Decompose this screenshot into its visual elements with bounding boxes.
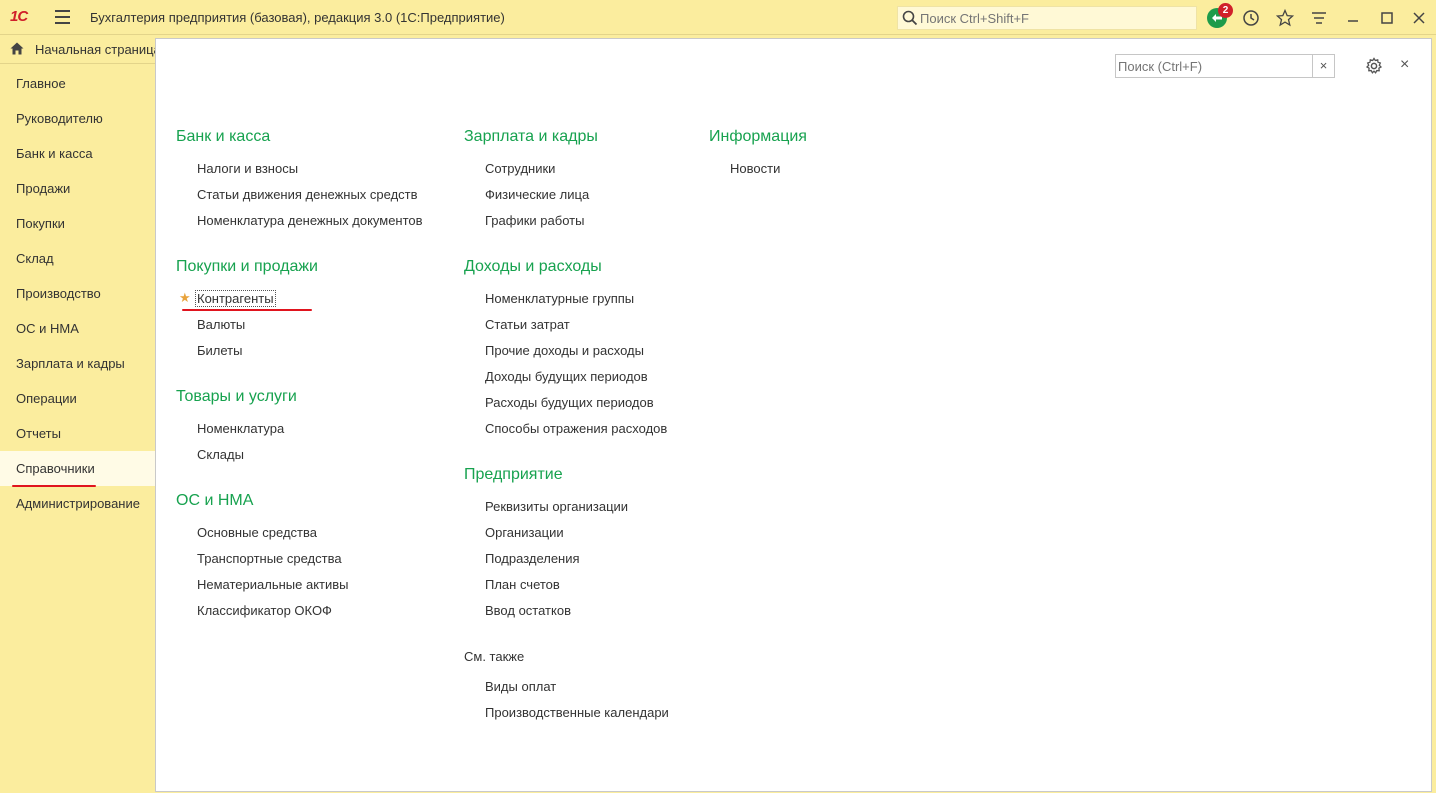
link-employees[interactable]: Сотрудники [485, 161, 555, 176]
notification-count-badge: 2 [1218, 3, 1233, 18]
section-title-assets: ОС и НМА [176, 492, 254, 509]
link-tickets[interactable]: Билеты [197, 343, 242, 358]
section-title-enterprise: Предприятие [464, 466, 563, 483]
link-work-schedules[interactable]: Графики работы [485, 213, 584, 228]
link-other-income[interactable]: Прочие доходы и расходы [485, 343, 644, 358]
sidebar-item-main[interactable]: Главное [0, 66, 155, 101]
link-news[interactable]: Новости [730, 161, 780, 176]
section-title-salary: Зарплата и кадры [464, 128, 598, 145]
minimize-button[interactable] [1342, 7, 1364, 29]
link-money-docs[interactable]: Номенклатура денежных документов [197, 213, 423, 228]
star-outline-icon [1276, 9, 1294, 27]
sidebar-item-salary[interactable]: Зарплата и кадры [0, 346, 155, 381]
notifications-button[interactable]: 2 [1206, 3, 1233, 29]
panel-search-box[interactable]: × [1115, 54, 1335, 78]
panel-search-input[interactable] [1118, 57, 1312, 75]
maximize-icon [1381, 12, 1393, 24]
maximize-button[interactable] [1376, 7, 1398, 29]
section-panel: × × Банк и касса Налоги и взносы Статьи … [155, 38, 1432, 792]
home-icon [10, 42, 24, 58]
global-search-input[interactable] [920, 9, 1190, 27]
sidebar-item-purchases[interactable]: Покупки [0, 206, 155, 241]
close-icon [1413, 12, 1425, 24]
history-icon [1243, 10, 1259, 26]
minimize-icon [1348, 20, 1358, 22]
link-individuals[interactable]: Физические лица [485, 187, 589, 202]
section-title-income: Доходы и расходы [464, 258, 602, 275]
sidebar-item-warehouse[interactable]: Склад [0, 241, 155, 276]
main-menu-icon[interactable] [55, 10, 70, 24]
window-title: Бухгалтерия предприятия (базовая), редак… [90, 10, 505, 25]
link-org-details[interactable]: Реквизиты организации [485, 499, 628, 514]
section-title-purchases-sales: Покупки и продажи [176, 258, 318, 275]
section-title-bank: Банк и касса [176, 128, 271, 145]
link-intangible-assets[interactable]: Нематериальные активы [197, 577, 349, 592]
sidebar-item-reports[interactable]: Отчеты [0, 416, 155, 451]
link-expense-methods[interactable]: Способы отражения расходов [485, 421, 667, 436]
global-search-box[interactable] [897, 6, 1197, 30]
sidebar-item-administration[interactable]: Администрирование [0, 486, 155, 521]
link-production-calendars[interactable]: Производственные календари [485, 705, 669, 720]
link-currencies[interactable]: Валюты [197, 317, 245, 332]
sidebar-item-manager[interactable]: Руководителю [0, 101, 155, 136]
section-title-goods: Товары и услуги [176, 388, 297, 405]
counterparties-underline [182, 309, 312, 311]
link-organizations[interactable]: Организации [485, 525, 564, 540]
link-departments[interactable]: Подразделения [485, 551, 580, 566]
link-chart-of-accounts[interactable]: План счетов [485, 577, 560, 592]
sidebar-item-sales[interactable]: Продажи [0, 171, 155, 206]
section-title-info: Информация [709, 128, 807, 145]
link-counterparties[interactable]: Контрагенты [195, 290, 276, 307]
link-warehouses[interactable]: Склады [197, 447, 244, 462]
clear-search-button[interactable]: × [1312, 55, 1334, 77]
sidebar-item-bank[interactable]: Банк и касса [0, 136, 155, 171]
link-payment-types[interactable]: Виды оплат [485, 679, 556, 694]
see-also-title: См. также [464, 649, 525, 664]
panel-close-button[interactable]: × [1400, 56, 1409, 74]
window-close-button[interactable] [1408, 7, 1430, 29]
filter-menu-icon [1312, 12, 1326, 24]
sidebar-item-directories[interactable]: Справочники [0, 451, 155, 486]
link-taxes[interactable]: Налоги и взносы [197, 161, 298, 176]
link-deferred-expenses[interactable]: Расходы будущих периодов [485, 395, 654, 410]
link-fixed-assets[interactable]: Основные средства [197, 525, 317, 540]
favorite-star-icon: ★ [179, 290, 191, 305]
active-section-underline [12, 485, 96, 487]
link-cost-items[interactable]: Статьи затрат [485, 317, 570, 332]
favorites-button[interactable] [1274, 7, 1296, 29]
sidebar-item-assets[interactable]: ОС и НМА [0, 311, 155, 346]
history-button[interactable] [1240, 7, 1262, 29]
app-logo: 1С [10, 8, 28, 25]
home-tab-label: Начальная страница [35, 42, 155, 57]
title-bar: 1С Бухгалтерия предприятия (базовая), ре… [0, 0, 1436, 35]
settings-menu-button[interactable] [1308, 7, 1330, 29]
link-deferred-income[interactable]: Доходы будущих периодов [485, 369, 648, 384]
link-nomenclature-groups[interactable]: Номенклатурные группы [485, 291, 634, 306]
home-tab[interactable]: Начальная страница [0, 36, 155, 64]
search-icon [902, 10, 918, 29]
panel-settings-button[interactable] [1365, 57, 1383, 78]
link-cashflow-items[interactable]: Статьи движения денежных средств [197, 187, 418, 202]
sidebar-item-operations[interactable]: Операции [0, 381, 155, 416]
sidebar-item-production[interactable]: Производство [0, 276, 155, 311]
link-vehicles[interactable]: Транспортные средства [197, 551, 342, 566]
link-okof-classifier[interactable]: Классификатор ОКОФ [197, 603, 332, 618]
link-nomenclature[interactable]: Номенклатура [197, 421, 284, 436]
sections-sidebar: Главное Руководителю Банк и касса Продаж… [0, 66, 155, 793]
gear-icon [1365, 57, 1383, 74]
link-opening-balances[interactable]: Ввод остатков [485, 603, 571, 618]
